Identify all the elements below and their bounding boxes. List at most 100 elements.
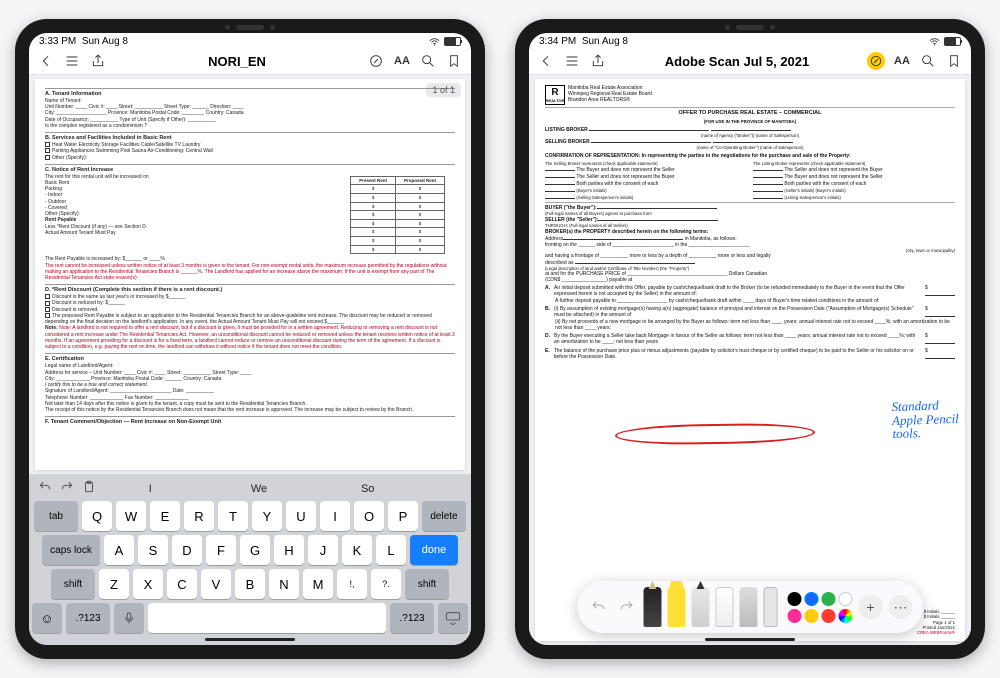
redo-icon[interactable] [60, 480, 74, 497]
key-capslock[interactable]: caps lock [42, 535, 100, 565]
status-bar: 3:34 PM Sun Aug 8 [529, 33, 971, 48]
document-view[interactable]: 1 of 1 A. Tenant Information Name of Ten… [29, 75, 471, 474]
key-tab[interactable]: tab [34, 501, 78, 531]
key-numeric[interactable]: .?123 [66, 603, 110, 633]
color-swatch[interactable] [805, 609, 819, 623]
key[interactable]: T [218, 501, 248, 531]
key[interactable]: K [342, 535, 372, 565]
pen-tool[interactable] [644, 587, 662, 627]
notch [725, 25, 775, 30]
ipad-right: 3:34 PM Sun Aug 8 Adobe Scan Jul 5, 2021… [515, 19, 985, 659]
redo-button[interactable] [616, 596, 638, 618]
color-swatches [788, 592, 853, 623]
key[interactable]: R [184, 501, 214, 531]
key[interactable]: W [116, 501, 146, 531]
wifi-icon [929, 38, 940, 46]
page-counter: 1 of 1 [426, 83, 461, 97]
markup-icon[interactable] [867, 52, 885, 70]
suggestion[interactable]: So [313, 483, 422, 495]
document-page: RREALTOR Manitoba Real Estate Associatio… [535, 79, 965, 641]
handwritten-note: Standard Apple Pencil tools. [892, 398, 960, 441]
share-icon[interactable] [89, 52, 107, 70]
more-button[interactable]: ⋯ [889, 595, 913, 619]
color-picker-icon[interactable] [839, 609, 853, 623]
eraser-tool[interactable] [716, 587, 734, 627]
search-icon[interactable] [919, 52, 937, 70]
back-icon[interactable] [37, 52, 55, 70]
key[interactable]: D [172, 535, 202, 565]
key-delete[interactable]: delete [422, 501, 466, 531]
text-size-icon[interactable]: AA [893, 52, 911, 70]
back-icon[interactable] [537, 52, 555, 70]
text-size-icon[interactable]: AA [393, 52, 411, 70]
lasso-tool[interactable] [740, 587, 758, 627]
ruler-tool[interactable] [764, 587, 778, 627]
bookmark-icon[interactable] [945, 52, 963, 70]
key[interactable]: E [150, 501, 180, 531]
key-emoji[interactable]: ☺ [32, 603, 62, 633]
marker-tool[interactable] [668, 587, 686, 627]
key[interactable]: H [274, 535, 304, 565]
document-title: NORI_EN [115, 54, 359, 69]
pencil-tool[interactable] [692, 587, 710, 627]
key[interactable]: M [303, 569, 333, 599]
ipad-left: 3:33 PM Sun Aug 8 NORI_EN AA 1 of 1 A. T… [15, 19, 485, 659]
color-swatch[interactable] [822, 609, 836, 623]
color-swatch-selected[interactable] [805, 592, 819, 606]
color-swatch[interactable] [839, 592, 853, 606]
key[interactable]: A [104, 535, 134, 565]
undo-icon[interactable] [38, 480, 52, 497]
key[interactable]: N [269, 569, 299, 599]
search-icon[interactable] [419, 52, 437, 70]
status-bar: 3:33 PM Sun Aug 8 [29, 33, 471, 48]
home-indicator[interactable] [705, 638, 795, 641]
keyboard[interactable]: I We So tab Q W E R T Y U I O P delete c… [29, 474, 471, 645]
key-shift[interactable]: shift [51, 569, 95, 599]
key[interactable]: Z [99, 569, 129, 599]
key[interactable]: G [240, 535, 270, 565]
key[interactable]: F [206, 535, 236, 565]
suggestion[interactable]: I [96, 483, 205, 495]
document-page: A. Tenant Information Name of Tenant: Un… [35, 79, 465, 470]
document-view[interactable]: RREALTOR Manitoba Real Estate Associatio… [529, 75, 971, 645]
key-hide-keyboard[interactable] [438, 603, 468, 633]
color-swatch[interactable] [822, 592, 836, 606]
key[interactable]: J [308, 535, 338, 565]
color-swatch[interactable] [788, 592, 802, 606]
share-icon[interactable] [589, 52, 607, 70]
undo-button[interactable] [588, 596, 610, 618]
key[interactable]: I [320, 501, 350, 531]
status-time: 3:34 PM [539, 36, 576, 47]
realtor-logo: RREALTOR Manitoba Real Estate Associatio… [545, 85, 955, 105]
key-done[interactable]: done [410, 535, 458, 565]
key-mic[interactable] [114, 603, 144, 633]
wifi-icon [429, 38, 440, 46]
key[interactable]: C [167, 569, 197, 599]
key[interactable]: !, [337, 569, 367, 599]
key[interactable]: L [376, 535, 406, 565]
add-tool-button[interactable]: + [859, 595, 883, 619]
home-indicator[interactable] [205, 638, 295, 641]
suggestion[interactable]: We [205, 483, 314, 495]
key[interactable]: ?. [371, 569, 401, 599]
clipboard-icon[interactable] [82, 480, 96, 497]
bookmark-icon[interactable] [445, 52, 463, 70]
key[interactable]: O [354, 501, 384, 531]
key[interactable]: V [201, 569, 231, 599]
key[interactable]: X [133, 569, 163, 599]
key[interactable]: P [388, 501, 418, 531]
markup-icon[interactable] [367, 52, 385, 70]
key[interactable]: Y [252, 501, 282, 531]
key-space[interactable] [148, 603, 386, 633]
sidebar-icon[interactable] [63, 52, 81, 70]
key[interactable]: U [286, 501, 316, 531]
key[interactable]: Q [82, 501, 112, 531]
color-swatch[interactable] [788, 609, 802, 623]
key[interactable]: B [235, 569, 265, 599]
key[interactable]: S [138, 535, 168, 565]
status-date: Sun Aug 8 [82, 36, 128, 47]
key-numeric[interactable]: .?123 [390, 603, 434, 633]
key-shift[interactable]: shift [405, 569, 449, 599]
battery-icon [944, 37, 961, 46]
sidebar-icon[interactable] [563, 52, 581, 70]
